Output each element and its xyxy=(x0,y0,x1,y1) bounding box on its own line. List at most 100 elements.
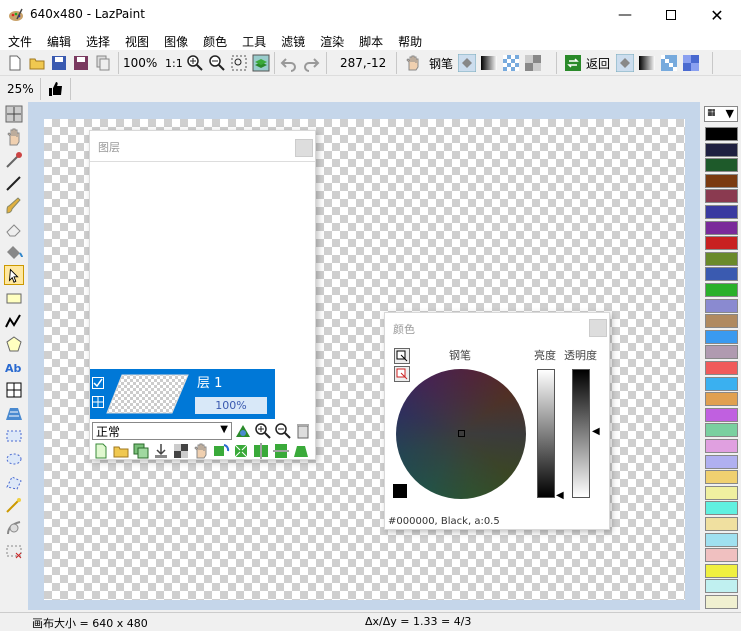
color-picker-icon[interactable] xyxy=(4,150,24,170)
palette-swatch[interactable] xyxy=(705,220,738,235)
palette-swatch[interactable] xyxy=(705,423,738,438)
palette-swatch[interactable] xyxy=(705,407,738,422)
palette-swatch[interactable] xyxy=(705,548,738,563)
alpha-slider[interactable] xyxy=(572,369,590,498)
pattern-icon[interactable] xyxy=(524,54,542,72)
pen-color-select-icon[interactable] xyxy=(394,348,410,364)
palette-swatch[interactable] xyxy=(705,205,738,219)
layer-effect-icon[interactable] xyxy=(234,422,252,440)
palette-swatch[interactable] xyxy=(705,345,738,360)
zoom-in-icon[interactable] xyxy=(186,54,204,72)
layer-visible-checkbox-icon[interactable] xyxy=(92,377,104,389)
menu-tools[interactable]: 工具 xyxy=(234,30,273,50)
menu-select[interactable]: 选择 xyxy=(78,30,117,50)
palette-swatch[interactable] xyxy=(705,376,738,391)
palette-swatch[interactable] xyxy=(705,579,738,594)
fill-bucket-icon[interactable] xyxy=(458,54,476,72)
texture-map-icon[interactable] xyxy=(4,403,24,423)
flip-horizontal-icon[interactable] xyxy=(252,442,270,460)
menu-edit[interactable]: 编辑 xyxy=(39,30,78,50)
merge-layer-icon[interactable] xyxy=(152,442,170,460)
rectangle-tool-icon[interactable] xyxy=(4,288,24,308)
palette-swatch[interactable] xyxy=(705,595,738,609)
save-icon[interactable] xyxy=(50,54,68,72)
texture-icon[interactable] xyxy=(502,54,520,72)
palette-swatch[interactable] xyxy=(705,563,738,578)
layer-mask-icon[interactable] xyxy=(172,442,190,460)
palette-swatch[interactable] xyxy=(705,485,738,500)
palette-swatch[interactable] xyxy=(705,236,738,251)
back-color-select-icon[interactable] xyxy=(394,366,410,382)
brush-tool-icon[interactable] xyxy=(4,196,24,216)
palette-swatch[interactable] xyxy=(705,142,738,157)
copy-icon[interactable] xyxy=(94,54,112,72)
palette-swatch[interactable] xyxy=(705,517,738,531)
select-ellipse-icon[interactable] xyxy=(4,449,24,469)
select-wand-icon[interactable] xyxy=(4,495,24,515)
palette-swatch[interactable] xyxy=(705,361,738,375)
hand-tool-icon[interactable] xyxy=(4,127,24,147)
select-rect-icon[interactable] xyxy=(4,426,24,446)
palette-swatch[interactable] xyxy=(705,392,738,407)
new-layer-icon[interactable] xyxy=(92,442,110,460)
close-button[interactable]: ✕ xyxy=(694,0,740,30)
zoom-ratio-button[interactable]: 1:1 xyxy=(165,53,183,73)
menu-image[interactable]: 图像 xyxy=(156,30,195,50)
select-tool-icon[interactable] xyxy=(4,265,24,285)
back-pattern-icon[interactable] xyxy=(682,54,700,72)
palette-menu-button[interactable]: ▦ ▼ xyxy=(704,106,738,122)
gradient-icon[interactable] xyxy=(480,54,498,72)
zoom-out-icon[interactable] xyxy=(208,54,226,72)
back-fill-icon[interactable] xyxy=(616,54,634,72)
palette-swatch[interactable] xyxy=(705,173,738,188)
menu-view[interactable]: 视图 xyxy=(117,30,156,50)
curve-tool-icon[interactable] xyxy=(4,311,24,331)
palette-swatch[interactable] xyxy=(705,127,738,141)
grid-deform-icon[interactable] xyxy=(4,380,24,400)
brightness-slider[interactable] xyxy=(537,369,555,498)
pen-tool-icon[interactable] xyxy=(4,173,24,193)
palette-swatch[interactable] xyxy=(705,439,738,453)
layers-stack-icon[interactable] xyxy=(252,54,270,72)
perspective-icon[interactable] xyxy=(292,442,310,460)
flip-vertical-icon[interactable] xyxy=(272,442,290,460)
palette-swatch[interactable] xyxy=(705,189,738,204)
undo-icon[interactable] xyxy=(280,54,298,72)
zoom-fit-icon[interactable] xyxy=(230,54,248,72)
deselect-icon[interactable] xyxy=(4,541,24,561)
menu-filters[interactable]: 滤镜 xyxy=(273,30,312,50)
layer-zoom-in-icon[interactable] xyxy=(254,422,272,440)
palette-swatch[interactable] xyxy=(705,470,738,485)
menu-render[interactable]: 渲染 xyxy=(312,30,351,50)
palette-swatch[interactable] xyxy=(705,158,738,173)
layer-grid-icon[interactable] xyxy=(92,396,104,408)
layer-zoom-out-icon[interactable] xyxy=(274,422,292,440)
flip-layer-icon[interactable] xyxy=(232,442,250,460)
text-tool-icon[interactable]: Ab xyxy=(4,357,24,377)
select-pen-icon[interactable] xyxy=(4,518,24,538)
open-layer-icon[interactable] xyxy=(112,442,130,460)
move-view-icon[interactable] xyxy=(4,104,24,124)
new-file-icon[interactable] xyxy=(6,54,24,72)
hand-icon[interactable] xyxy=(404,54,422,72)
redo-icon[interactable] xyxy=(302,54,320,72)
palette-swatch[interactable] xyxy=(705,314,738,329)
layer-row[interactable]: 层 1 100% xyxy=(90,369,275,419)
palette-swatch[interactable] xyxy=(705,283,738,297)
fill-tool-icon[interactable] xyxy=(4,242,24,262)
layer-hand-icon[interactable] xyxy=(192,442,210,460)
menu-help[interactable]: 帮助 xyxy=(390,30,429,50)
blend-mode-select[interactable]: 正常 ▼ xyxy=(92,422,232,440)
current-color-swatch[interactable] xyxy=(393,484,407,498)
layers-panel-close-button[interactable] xyxy=(295,139,313,157)
thumbs-up-icon[interactable] xyxy=(47,81,63,97)
duplicate-layer-icon[interactable] xyxy=(132,442,150,460)
polygon-tool-icon[interactable] xyxy=(4,334,24,354)
trash-icon[interactable] xyxy=(294,422,312,440)
palette-swatch[interactable] xyxy=(705,251,738,266)
rotate-layer-icon[interactable] xyxy=(212,442,230,460)
save-as-icon[interactable] xyxy=(72,54,90,72)
menu-script[interactable]: 脚本 xyxy=(351,30,390,50)
swap-colors-icon[interactable] xyxy=(564,54,582,72)
back-gradient-icon[interactable] xyxy=(638,54,656,72)
